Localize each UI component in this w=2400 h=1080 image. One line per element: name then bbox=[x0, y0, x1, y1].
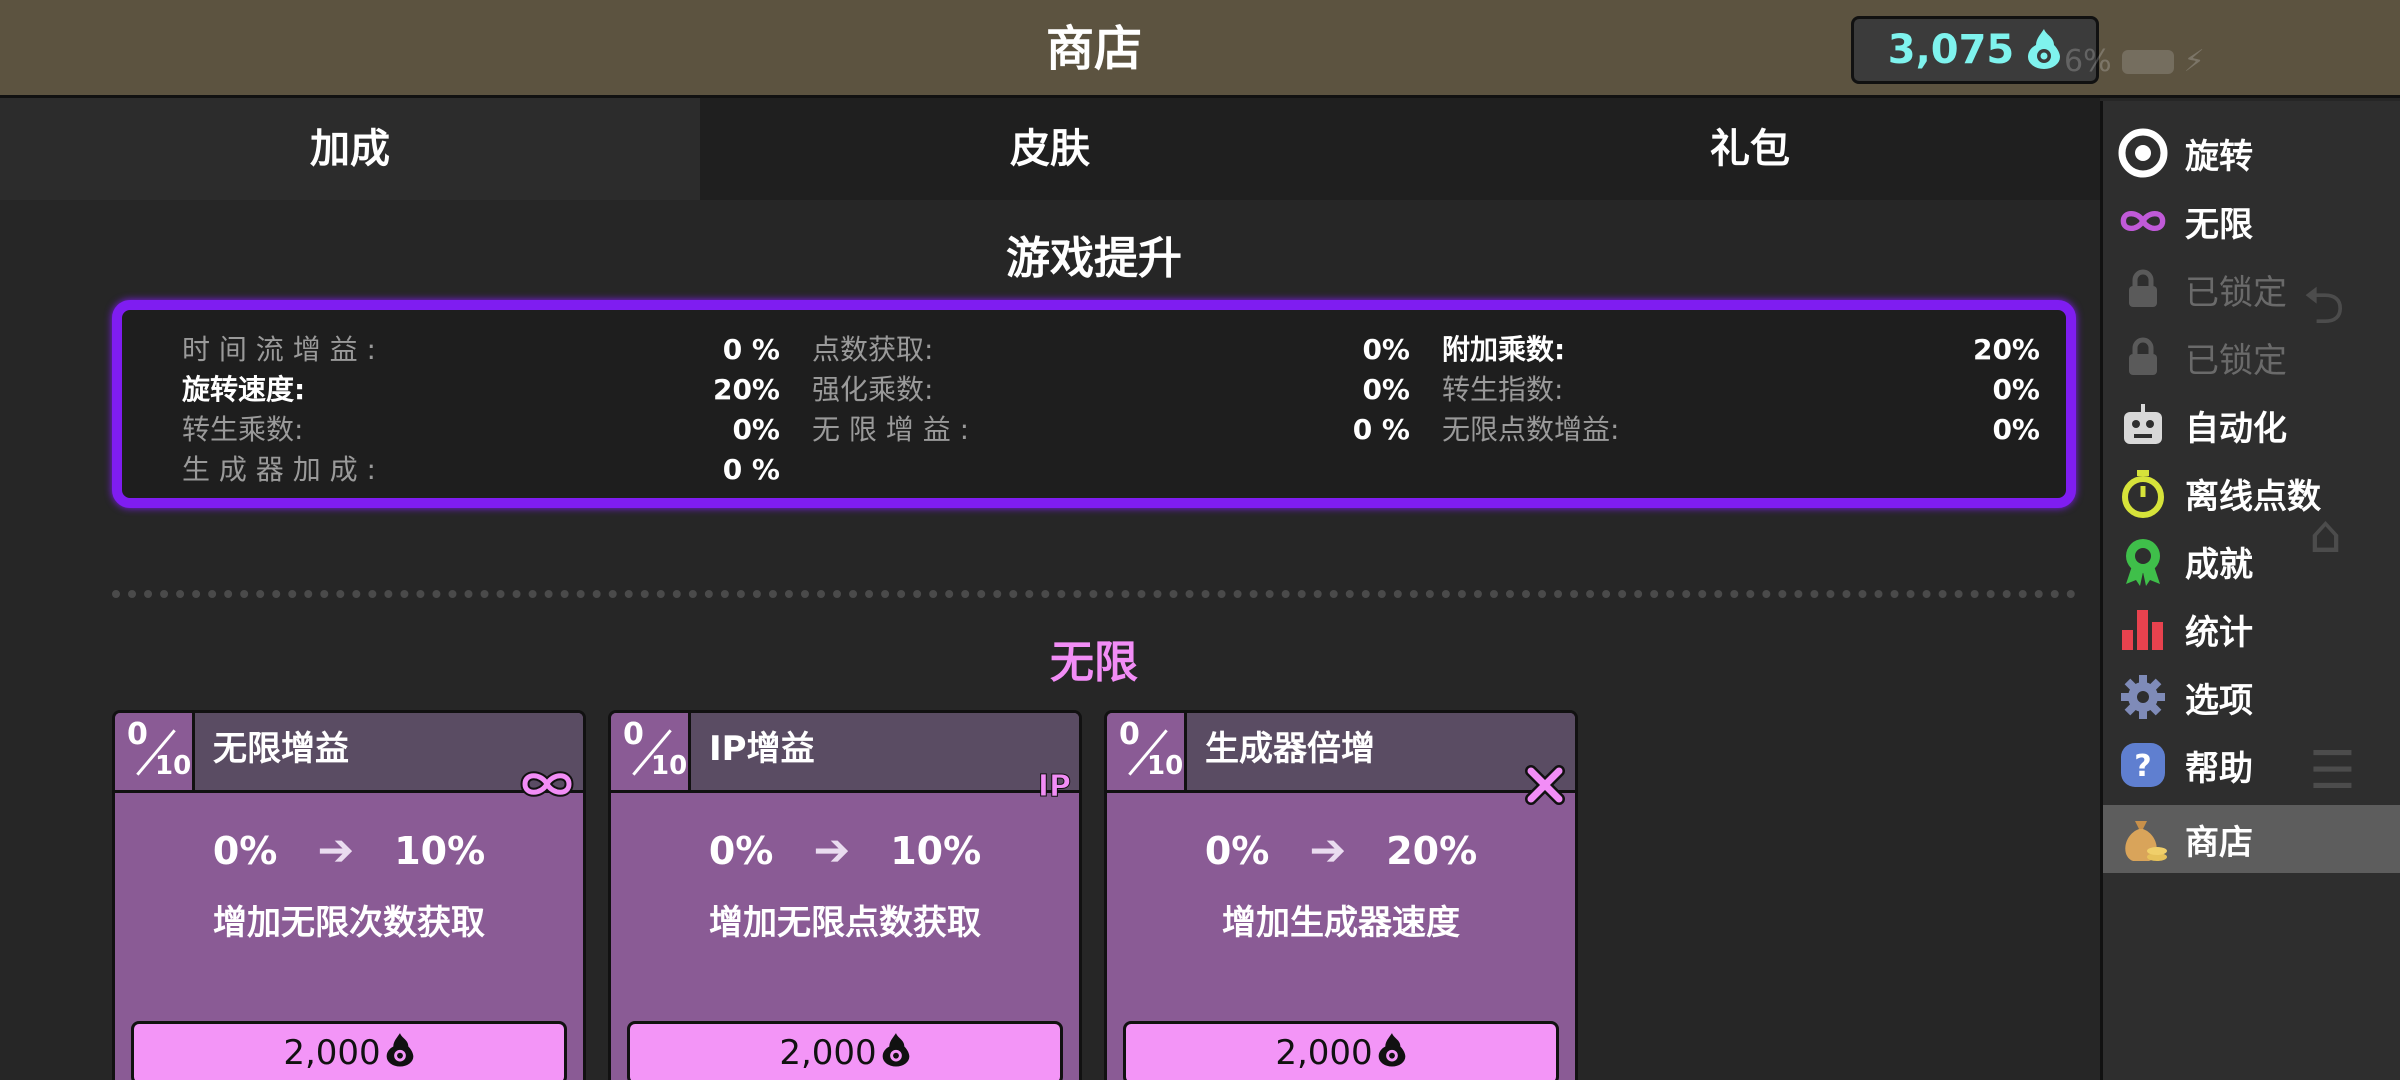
sidebar-item-options[interactable]: 选项 bbox=[2103, 663, 2400, 731]
card-progress: 0% ➔ 10% bbox=[212, 825, 486, 876]
card-header: 生成器倍增 bbox=[1187, 713, 1575, 793]
gear-icon bbox=[2117, 671, 2169, 723]
lock-icon bbox=[2117, 263, 2169, 315]
arrow-right-icon: ➔ bbox=[813, 825, 851, 876]
infinity-title: 无限 bbox=[1050, 637, 1138, 688]
multiply-icon bbox=[1523, 763, 1567, 815]
menu-nav-icon: ☰ bbox=[2309, 741, 2356, 801]
card-header: IP增益 bbox=[691, 713, 1079, 793]
side-menu: 旋转 无限 已锁定 已锁定 自动化 离线点数 成就 统计 选项 ? 帮助 商店 … bbox=[2100, 101, 2400, 1080]
card-description: 增加生成器速度 bbox=[1222, 903, 1460, 943]
sidebar-item-locked-2[interactable]: 已锁定 bbox=[2103, 323, 2400, 391]
currency-display: 3,075 bbox=[1851, 16, 2099, 84]
section-divider bbox=[112, 590, 2076, 598]
arrow-right-icon: ➔ bbox=[317, 825, 355, 876]
svg-text:?: ? bbox=[2134, 749, 2151, 784]
card-level-counter: 0 10 bbox=[1107, 713, 1187, 793]
sidebar-item-achievements[interactable]: 成就 bbox=[2103, 527, 2400, 595]
card-level-counter: 0 10 bbox=[115, 713, 195, 793]
back-nav-icon: ⮌ bbox=[2303, 276, 2345, 336]
robot-icon bbox=[2117, 399, 2169, 451]
sidebar-item-shop[interactable]: 商店 bbox=[2103, 805, 2400, 873]
card-progress: 0% ➔ 20% bbox=[1204, 825, 1478, 876]
shop-tabs: 加成 皮肤 礼包 bbox=[0, 98, 2100, 200]
upgrade-card-ip-gain: IP增益 0 10 IP 0% ➔ 10% 增加无限点数获取 2,000 bbox=[608, 710, 1082, 1080]
sidebar-item-spin[interactable]: 旋转 bbox=[2103, 119, 2400, 187]
money-bag-icon bbox=[2117, 813, 2169, 865]
boosts-panel: 时 间 流 增 益 :0 % 点数获取: 0% 附加乘数: 20% 旋转速度: 20%… bbox=[112, 300, 2076, 508]
stat-rebirth-exponent: 转生指数: 0% bbox=[1442, 373, 2040, 406]
stat-extra-multiplier: 附加乘数: 20% bbox=[1442, 333, 2040, 366]
sidebar-item-offline-points[interactable]: 离线点数 bbox=[2103, 459, 2400, 527]
currency-value: 3,075 bbox=[1887, 27, 2015, 73]
spin-target-icon bbox=[2117, 127, 2169, 179]
flame-coin-icon bbox=[385, 1031, 415, 1076]
stat-generator-bonus: 生 成 器 加 成 :0 % bbox=[182, 453, 780, 486]
stat-point-gain: 点数获取: 0% bbox=[812, 333, 1410, 366]
card-description: 增加无限点数获取 bbox=[709, 903, 981, 943]
flame-coin-icon bbox=[1377, 1031, 1407, 1076]
top-bar: 商店 3,075 6% ⚡ bbox=[0, 0, 2400, 98]
stat-rebirth-multiplier: 转生乘数: 0% bbox=[182, 413, 780, 446]
stat-boost-multiplier: 强化乘数: 0% bbox=[812, 373, 1410, 406]
sidebar-item-infinity[interactable]: 无限 bbox=[2103, 187, 2400, 255]
battery-text: 6% bbox=[2064, 44, 2112, 79]
flame-coin-icon bbox=[881, 1031, 911, 1076]
stat-infinity-point-gain: 无限点数增益: 0% bbox=[1442, 413, 2040, 446]
upgrade-card-infinity-gain: 无限增益 0 10 0% ➔ 10% 增加无限次数获取 2,000 bbox=[112, 710, 586, 1080]
home-nav-icon: ⌂ bbox=[2309, 505, 2343, 565]
help-icon: ? bbox=[2117, 739, 2169, 791]
boosts-title: 游戏提升 bbox=[1006, 233, 1182, 284]
flame-coin-icon bbox=[2026, 27, 2062, 73]
charging-icon: ⚡ bbox=[2183, 44, 2205, 79]
tab-bundles[interactable]: 礼包 bbox=[1400, 98, 2100, 200]
tab-boosts[interactable]: 加成 bbox=[0, 98, 700, 200]
card-name: IP增益 bbox=[709, 729, 815, 769]
stat-spin-speed: 旋转速度: 20% bbox=[182, 373, 780, 406]
card-name: 无限增益 bbox=[213, 729, 349, 769]
card-level-counter: 0 10 bbox=[611, 713, 691, 793]
upgrade-card-generator-multiplier: 生成器倍增 0 10 0% ➔ 20% 增加生成器速度 2,000 bbox=[1104, 710, 1578, 1080]
bar-chart-icon bbox=[2117, 603, 2169, 655]
sidebar-item-automation[interactable]: 自动化 bbox=[2103, 391, 2400, 459]
tab-skins[interactable]: 皮肤 bbox=[700, 98, 1400, 200]
buy-button[interactable]: 2,000 bbox=[627, 1021, 1063, 1080]
arrow-right-icon: ➔ bbox=[1309, 825, 1347, 876]
infinity-icon bbox=[2117, 195, 2169, 247]
stopwatch-icon bbox=[2117, 467, 2169, 519]
card-progress: 0% ➔ 10% bbox=[708, 825, 982, 876]
device-status: 6% ⚡ bbox=[2064, 44, 2205, 79]
lock-icon bbox=[2117, 331, 2169, 383]
sidebar-item-locked-1[interactable]: 已锁定 bbox=[2103, 255, 2400, 323]
boosts-grid: 时 间 流 增 益 :0 % 点数获取: 0% 附加乘数: 20% 旋转速度: 20%… bbox=[182, 330, 2040, 490]
stat-time-flow: 时 间 流 增 益 :0 % bbox=[182, 333, 780, 366]
card-name: 生成器倍增 bbox=[1205, 729, 1375, 769]
buy-button[interactable]: 2,000 bbox=[131, 1021, 567, 1080]
award-ribbon-icon bbox=[2117, 535, 2169, 587]
stat-infinity-gain: 无 限 增 益 :0 % bbox=[812, 413, 1410, 446]
infinity-icon bbox=[519, 769, 575, 807]
buy-button[interactable]: 2,000 bbox=[1123, 1021, 1559, 1080]
sidebar-item-statistics[interactable]: 统计 bbox=[2103, 595, 2400, 663]
battery-icon bbox=[2121, 49, 2174, 74]
card-description: 增加无限次数获取 bbox=[213, 903, 485, 943]
ip-icon: IP bbox=[1037, 769, 1071, 805]
